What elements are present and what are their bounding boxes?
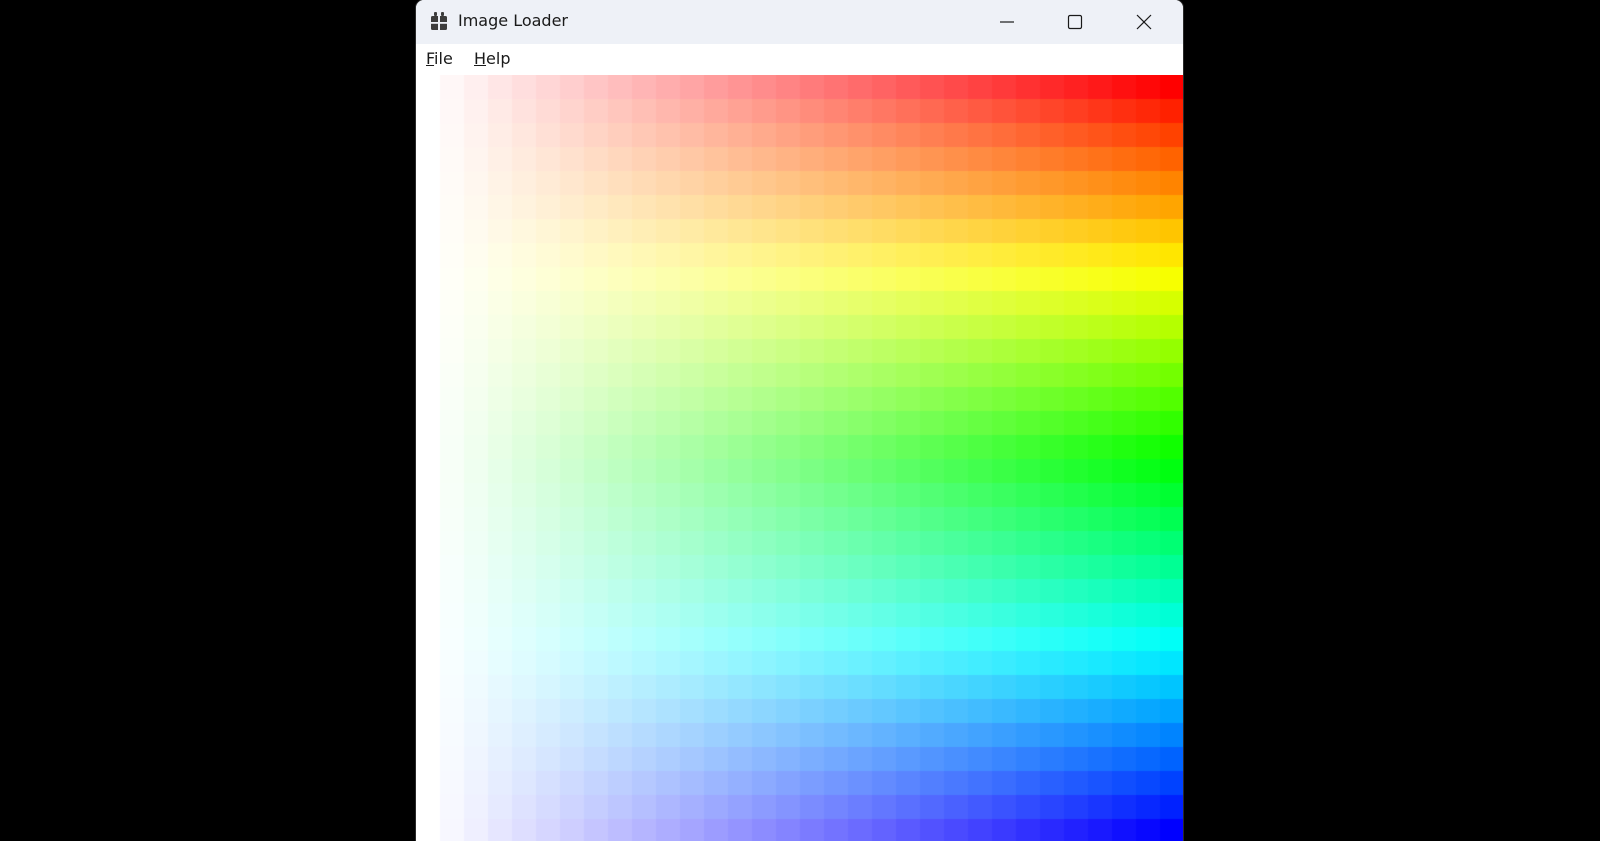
image-loader-window: Image Loader File Help <box>416 0 1183 841</box>
minimize-button[interactable] <box>973 0 1041 44</box>
menu-help[interactable]: Help <box>472 49 512 69</box>
maximize-button[interactable] <box>1041 0 1109 44</box>
image-display-area <box>416 75 1183 841</box>
menu-file-mnemonic: F <box>426 49 435 68</box>
minimize-icon <box>1000 21 1014 23</box>
menu-file[interactable]: File <box>424 49 455 69</box>
window-title: Image Loader <box>458 11 568 30</box>
app-icon <box>431 12 447 30</box>
title-bar[interactable]: Image Loader <box>416 0 1183 44</box>
menu-file-label: ile <box>434 49 453 68</box>
desktop-background: Image Loader File Help <box>0 0 1600 841</box>
menu-help-mnemonic: H <box>474 49 487 68</box>
close-icon <box>1136 14 1152 30</box>
color-gradient-image <box>416 75 1183 841</box>
menu-bar: File Help <box>416 44 1183 75</box>
maximize-icon <box>1067 14 1083 30</box>
menu-help-label: elp <box>486 49 511 68</box>
close-button[interactable] <box>1110 0 1178 44</box>
